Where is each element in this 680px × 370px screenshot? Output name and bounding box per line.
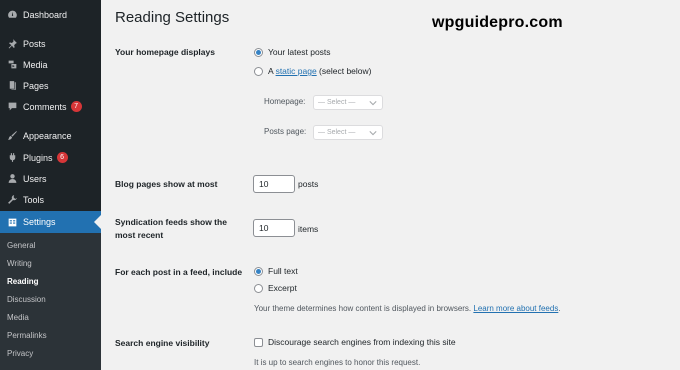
- user-icon: [1, 173, 23, 184]
- sidebar-item-appearance[interactable]: Appearance: [0, 125, 101, 146]
- plugin-update-badge: 6: [56, 152, 68, 163]
- sidebar-item-label: Dashboard: [23, 9, 68, 20]
- homepage-select-label: Homepage:: [264, 97, 306, 106]
- settings-icon: [1, 217, 23, 228]
- chevron-down-icon: [369, 129, 377, 137]
- postspage-select[interactable]: — Select —: [313, 125, 383, 140]
- sidebar-item-users[interactable]: Users: [0, 168, 101, 189]
- sidebar-item-label: Posts: [23, 38, 46, 49]
- sidebar-item-label: Media: [23, 59, 48, 70]
- search-visibility-description: It is up to search engines to honor this…: [254, 358, 421, 367]
- homepage-select[interactable]: — Select —: [313, 95, 383, 110]
- sidebar-item-label: Comments: [23, 101, 67, 112]
- active-menu-arrow: [94, 215, 101, 229]
- submenu-item-reading[interactable]: Reading: [7, 277, 39, 286]
- chevron-down-icon: [369, 99, 377, 107]
- latest-posts-label: Your latest posts: [268, 47, 331, 57]
- syndication-suffix: items: [298, 224, 319, 234]
- settings-main: Reading Settings wpguidepro.com Your hom…: [101, 0, 680, 370]
- submenu-item-privacy[interactable]: Privacy: [7, 349, 33, 358]
- submenu-item-media[interactable]: Media: [7, 313, 29, 322]
- plug-icon: [1, 152, 23, 163]
- page-title: Reading Settings: [115, 9, 230, 26]
- excerpt-radio[interactable]: [254, 284, 263, 293]
- settings-submenu: General Writing Reading Discussion Media…: [0, 233, 101, 370]
- sidebar-item-label: Users: [23, 173, 47, 184]
- full-text-radio[interactable]: [254, 267, 263, 276]
- brush-icon: [1, 130, 23, 141]
- static-page-label: A static page (select below): [268, 66, 372, 76]
- sidebar-item-comments[interactable]: Comments 7: [0, 96, 101, 117]
- sidebar-item-label: Pages: [23, 80, 49, 91]
- submenu-item-discussion[interactable]: Discussion: [7, 295, 46, 304]
- latest-posts-radio[interactable]: [254, 48, 263, 57]
- search-visibility-label: Search engine visibility: [115, 338, 210, 348]
- dashboard-icon: [1, 9, 23, 20]
- pin-icon: [1, 38, 23, 49]
- admin-sidebar: Dashboard Posts Media Pages Comments 7 A…: [0, 0, 101, 370]
- sidebar-item-label: Settings: [23, 217, 56, 227]
- blog-pages-input[interactable]: [253, 175, 295, 193]
- media-icon: [1, 59, 23, 70]
- sidebar-item-plugins[interactable]: Plugins 6: [0, 147, 101, 168]
- sidebar-item-media[interactable]: Media: [0, 54, 101, 75]
- sidebar-item-dashboard[interactable]: Dashboard: [0, 4, 101, 25]
- blog-pages-suffix: posts: [298, 179, 319, 189]
- page-icon: [1, 80, 23, 91]
- syndication-label: Syndication feeds show the most recent: [115, 217, 227, 240]
- blog-pages-label: Blog pages show at most: [115, 179, 218, 189]
- comment-icon: [1, 101, 23, 112]
- homepage-displays-label: Your homepage displays: [115, 47, 215, 57]
- static-page-link[interactable]: static page: [276, 66, 317, 76]
- syndication-input[interactable]: [253, 219, 295, 237]
- postspage-select-label: Posts page:: [264, 127, 307, 136]
- wrench-icon: [1, 194, 23, 205]
- comment-count-badge: 7: [70, 101, 82, 112]
- discourage-search-checkbox[interactable]: [254, 338, 263, 347]
- submenu-item-general[interactable]: General: [7, 241, 35, 250]
- excerpt-label: Excerpt: [268, 283, 297, 293]
- sidebar-item-posts[interactable]: Posts: [0, 33, 101, 54]
- sidebar-item-pages[interactable]: Pages: [0, 75, 101, 96]
- sidebar-item-label: Plugins: [23, 152, 53, 163]
- feed-content-label: For each post in a feed, include: [115, 267, 243, 277]
- sidebar-item-settings[interactable]: Settings: [0, 211, 101, 233]
- static-page-radio[interactable]: [254, 67, 263, 76]
- sidebar-item-label: Appearance: [23, 130, 72, 141]
- feed-description: Your theme determines how content is dis…: [254, 304, 561, 313]
- submenu-item-permalinks[interactable]: Permalinks: [7, 331, 47, 340]
- sidebar-item-tools[interactable]: Tools: [0, 189, 101, 210]
- learn-more-feeds-link[interactable]: Learn more about feeds: [473, 304, 558, 313]
- site-watermark: wpguidepro.com: [432, 14, 563, 31]
- submenu-item-writing[interactable]: Writing: [7, 259, 32, 268]
- sidebar-item-label: Tools: [23, 194, 45, 205]
- discourage-search-label: Discourage search engines from indexing …: [268, 337, 456, 347]
- full-text-label: Full text: [268, 266, 298, 276]
